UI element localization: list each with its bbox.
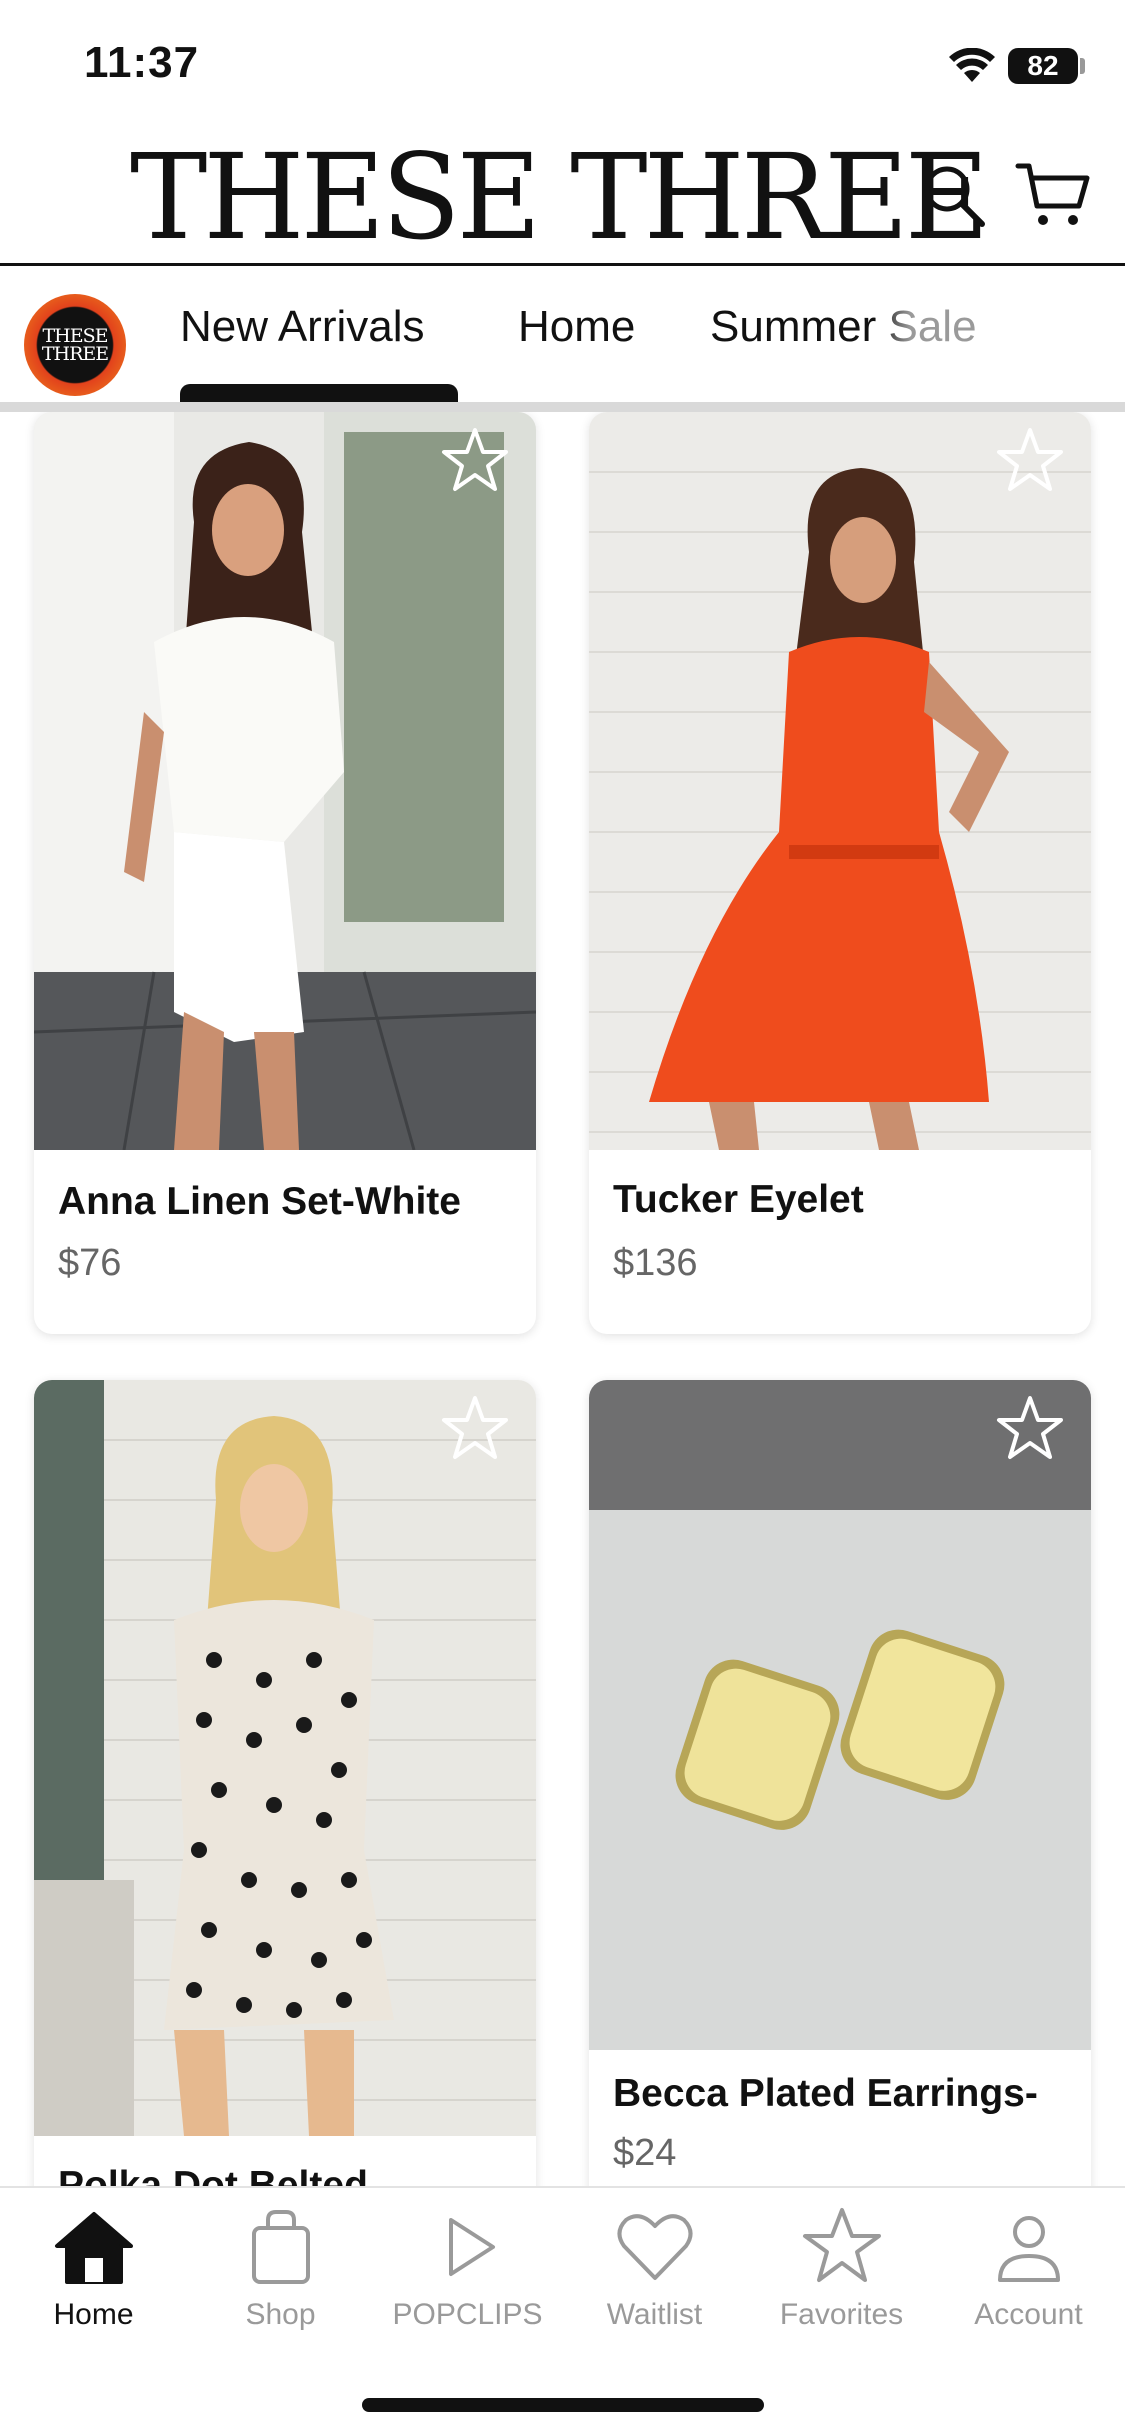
battery-tip xyxy=(1080,58,1085,74)
status-time: 11:37 xyxy=(84,38,200,87)
favorite-star-icon[interactable] xyxy=(438,424,512,498)
home-icon xyxy=(54,2212,133,2284)
status-bar: 11:37 82 xyxy=(0,0,1125,130)
product-price: $76 xyxy=(58,1242,122,1284)
tab-new-arrivals[interactable]: New Arrivals xyxy=(180,302,425,352)
nav-account[interactable]: Account xyxy=(935,2204,1122,2344)
product-image xyxy=(34,412,536,1150)
favorite-star-icon[interactable] xyxy=(993,1392,1067,1466)
star-icon xyxy=(802,2208,881,2282)
user-icon xyxy=(997,2216,1060,2282)
nav-favorites[interactable]: Favorites xyxy=(748,2204,935,2344)
product-name: Polka Dot Belted xyxy=(58,2164,368,2186)
product-grid: Anna Linen Set-White $76 Tucker Eyelet $… xyxy=(0,412,1125,2186)
product-card[interactable]: Tucker Eyelet $136 xyxy=(589,412,1091,1334)
favorite-star-icon[interactable] xyxy=(993,424,1067,498)
product-image xyxy=(34,1380,536,2136)
nav-waitlist[interactable]: Waitlist xyxy=(561,2204,748,2344)
product-name: Anna Linen Set-White xyxy=(58,1180,461,1223)
nav-account-label: Account xyxy=(974,2298,1083,2331)
tab-divider xyxy=(0,402,1125,412)
product-name: Becca Plated Earrings- xyxy=(613,2072,1038,2115)
category-tab-bar: THESE THREE New Arrivals Home Summer Sal… xyxy=(0,266,1125,406)
nav-shop-label: Shop xyxy=(245,2298,316,2331)
shopping-bag-icon xyxy=(251,2210,310,2284)
product-card[interactable]: Becca Plated Earrings- $24 xyxy=(589,1380,1091,2186)
product-image xyxy=(589,412,1091,1150)
wifi-icon xyxy=(949,48,995,82)
nav-popclips[interactable]: POPCLIPS xyxy=(374,2204,561,2344)
nav-shop[interactable]: Shop xyxy=(187,2204,374,2344)
product-image xyxy=(589,1380,1091,2050)
play-icon xyxy=(448,2218,495,2276)
store-logo-text: THESE THREE xyxy=(41,325,109,365)
favorite-star-icon[interactable] xyxy=(438,1392,512,1466)
battery-level: 82 xyxy=(1027,50,1059,81)
product-price: $24 xyxy=(613,2132,677,2174)
heart-icon xyxy=(617,2214,692,2280)
battery-indicator: 82 xyxy=(1008,48,1078,84)
store-logo-avatar[interactable]: THESE THREE xyxy=(24,294,126,396)
nav-home[interactable]: Home xyxy=(0,2204,187,2344)
product-card[interactable]: Anna Linen Set-White $76 xyxy=(34,412,536,1334)
product-card[interactable]: Polka Dot Belted xyxy=(34,1380,536,2186)
brand-header: THESE THREE xyxy=(0,129,1125,268)
search-icon[interactable] xyxy=(918,160,988,230)
product-name: Tucker Eyelet xyxy=(613,1178,864,1221)
tab-summer-sale[interactable]: Summer Sale xyxy=(710,302,977,352)
nav-favorites-label: Favorites xyxy=(779,2298,904,2331)
brand-logo[interactable]: THESE THREE xyxy=(130,129,989,268)
nav-popclips-label: POPCLIPS xyxy=(392,2298,543,2331)
home-indicator xyxy=(362,2398,764,2412)
tab-home[interactable]: Home xyxy=(518,302,635,352)
nav-waitlist-label: Waitlist xyxy=(606,2298,703,2331)
cart-icon[interactable] xyxy=(1015,156,1091,232)
product-price: $136 xyxy=(613,1242,698,1284)
nav-home-label: Home xyxy=(53,2298,134,2331)
